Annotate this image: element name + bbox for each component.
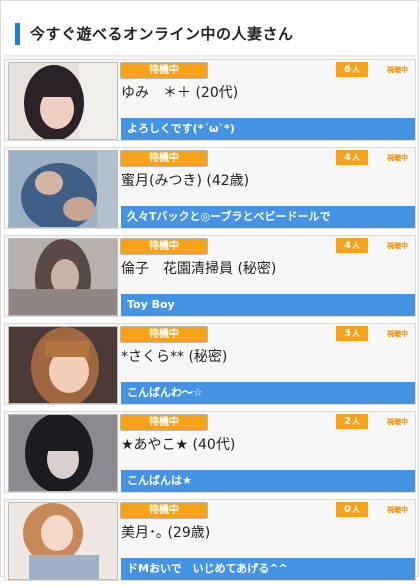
- member-card[interactable]: 待機中 3人 視聴中 *さくら** (秘密) こんばんわ～☆: [4, 323, 416, 405]
- member-name[interactable]: 倫子 花園清掃員 (秘密): [121, 258, 276, 278]
- header-accent-bar: [15, 23, 20, 45]
- status-badge: 待機中: [120, 238, 208, 255]
- member-message[interactable]: こんばんわ～☆: [121, 382, 415, 404]
- member-message[interactable]: Toy Boy: [121, 294, 415, 316]
- member-card[interactable]: 待機中 6人 視聴中 ゆみ ＊＋ (20代) よろしくです(*´ω`*): [4, 59, 416, 141]
- viewer-count: 0人: [336, 502, 368, 517]
- viewer-count: 6人: [336, 62, 368, 77]
- member-name[interactable]: 美月･｡ (29歳): [121, 522, 210, 542]
- member-message[interactable]: こんばんは★: [121, 470, 415, 492]
- member-card[interactable]: 待機中 0人 視聴中 美月･｡ (29歳) ドMおいで いじめてあげる^^: [4, 499, 416, 581]
- member-message[interactable]: 久々Tバックと◎ーブラとベビードールで: [121, 206, 415, 228]
- viewing-label: 視聴中: [387, 330, 408, 338]
- member-name[interactable]: ★あやこ★ (40代): [121, 434, 235, 454]
- member-card[interactable]: 待機中 2人 視聴中 ★あやこ★ (40代) こんばんは★: [4, 411, 416, 493]
- viewing-label: 視聴中: [387, 154, 408, 162]
- member-photo[interactable]: [8, 150, 118, 228]
- member-photo[interactable]: [8, 414, 118, 492]
- online-members-widget: 今すぐ遊べるオンライン中の人妻さん 待機中 6人 視聴中 ゆみ ＊＋ (20代)…: [0, 0, 419, 581]
- member-card[interactable]: 待機中 4人 視聴中 蜜月(みつき) (42歳) 久々Tバックと◎ーブラとベビー…: [4, 147, 416, 229]
- member-name[interactable]: ゆみ ＊＋ (20代): [121, 82, 238, 102]
- section-header: 今すぐ遊べるオンライン中の人妻さん: [4, 13, 416, 55]
- member-list: 待機中 6人 視聴中 ゆみ ＊＋ (20代) よろしくです(*´ω`*) 待機中…: [4, 59, 416, 587]
- status-badge: 待機中: [120, 62, 208, 79]
- viewing-label: 視聴中: [387, 242, 408, 250]
- status-badge: 待機中: [120, 502, 208, 519]
- status-badge: 待機中: [120, 414, 208, 431]
- member-card[interactable]: 待機中 4人 視聴中 倫子 花園清掃員 (秘密) Toy Boy: [4, 235, 416, 317]
- member-message[interactable]: よろしくです(*´ω`*): [121, 118, 415, 140]
- member-photo[interactable]: [8, 62, 118, 140]
- section-title: 今すぐ遊べるオンライン中の人妻さん: [30, 25, 294, 43]
- member-name[interactable]: 蜜月(みつき) (42歳): [121, 170, 249, 190]
- status-badge: 待機中: [120, 150, 208, 167]
- viewing-label: 視聴中: [387, 66, 408, 74]
- member-photo[interactable]: [8, 238, 118, 316]
- member-name[interactable]: *さくら** (秘密): [121, 346, 227, 366]
- member-photo[interactable]: [8, 326, 118, 404]
- status-badge: 待機中: [120, 326, 208, 343]
- viewer-count: 4人: [336, 150, 368, 165]
- viewer-count: 2人: [336, 414, 368, 429]
- viewing-label: 視聴中: [387, 506, 408, 514]
- viewing-label: 視聴中: [387, 418, 408, 426]
- viewer-count: 4人: [336, 238, 368, 253]
- member-photo[interactable]: [8, 502, 118, 580]
- viewer-count: 3人: [336, 326, 368, 341]
